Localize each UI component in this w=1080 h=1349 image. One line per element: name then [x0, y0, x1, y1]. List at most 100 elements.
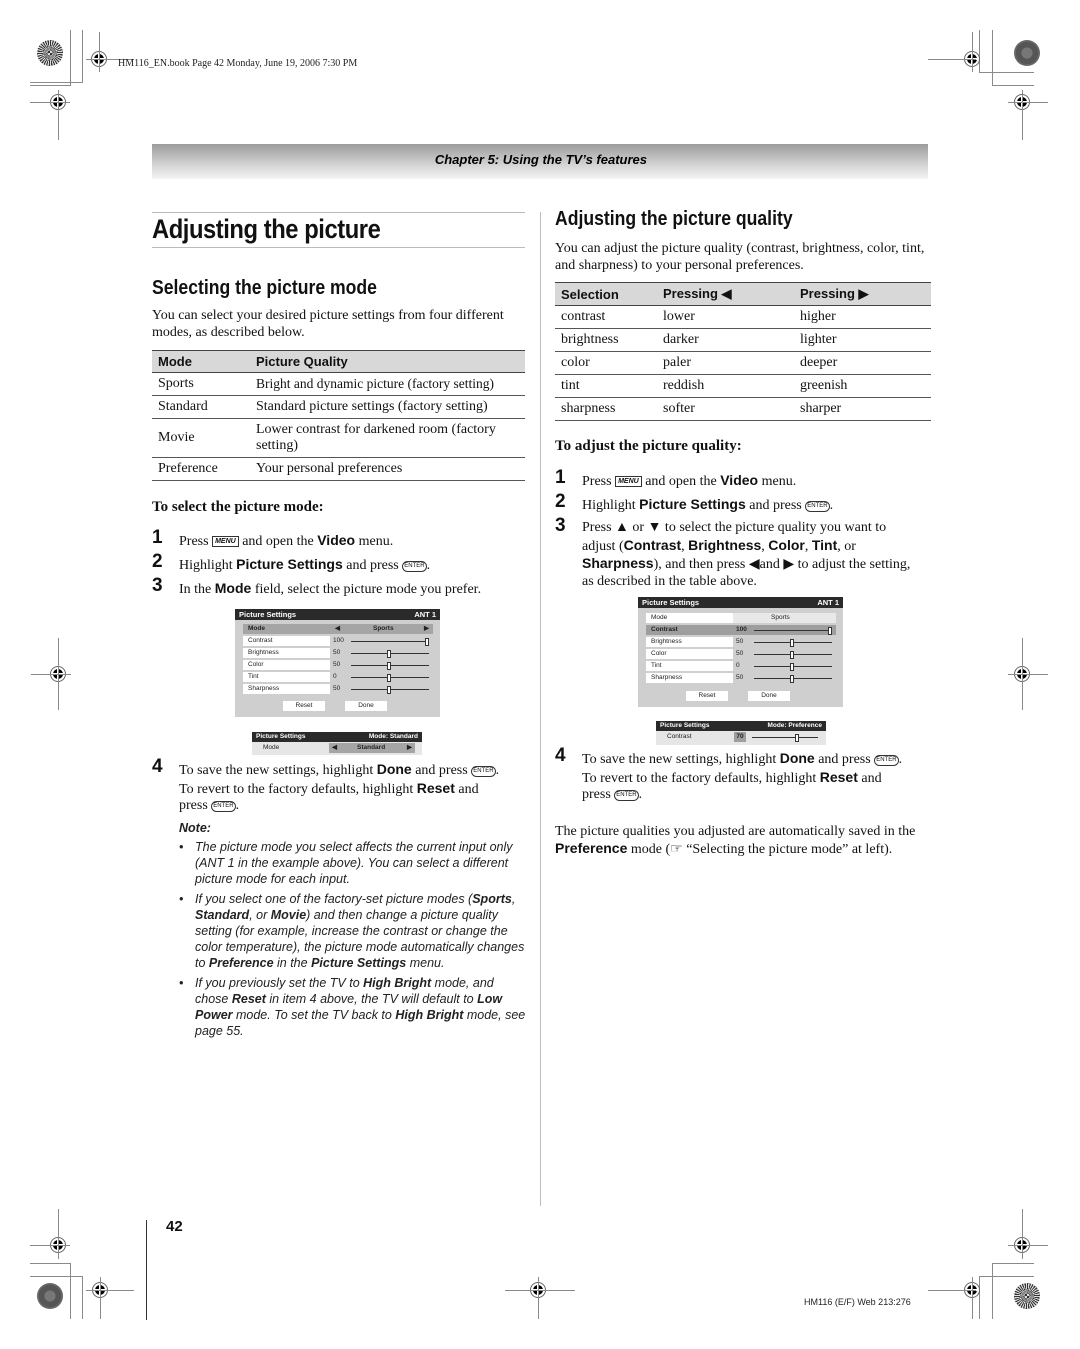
note-item: • The picture mode you select affects the… — [179, 839, 527, 887]
osd-setting-slider[interactable] — [351, 638, 429, 646]
step-text: In the — [179, 582, 215, 597]
osd-setting-value: 50 — [736, 674, 744, 681]
registration-rosette-icon — [37, 1283, 63, 1309]
column-header: Mode — [152, 350, 250, 373]
menu-button-icon: MENU — [212, 536, 239, 547]
slider-knob[interactable] — [790, 639, 794, 647]
left-effect-cell: reddish — [657, 374, 794, 398]
quality-cell: Standard picture settings (factory setti… — [250, 395, 525, 419]
osd-picture-settings-right: Picture Settings ANT 1 Mode Sports Contra… — [638, 597, 843, 707]
osd-setting-value: 50 — [736, 650, 744, 657]
osd-setting-row[interactable]: Color 50 — [243, 660, 433, 670]
selection-cell: color — [555, 351, 657, 375]
osd-setting-slider[interactable] — [754, 651, 832, 659]
osd-title: Picture Settings — [239, 610, 297, 619]
slider-knob[interactable] — [790, 651, 794, 659]
osd-setting-slider[interactable] — [351, 662, 429, 670]
slider-knob[interactable] — [387, 650, 391, 658]
osd-setting-slider[interactable] — [351, 674, 429, 682]
osd-setting-slider[interactable] — [351, 686, 429, 694]
contrast-slider[interactable] — [752, 734, 818, 742]
osd-setting-value: 50 — [333, 661, 341, 668]
osd-setting-row[interactable]: Brightness 50 — [646, 637, 836, 647]
enter-button-icon: ENTER — [614, 790, 639, 801]
step-text: Press ▲ or ▼ to select the picture quali… — [582, 520, 887, 535]
osd-setting-label: Color — [646, 649, 733, 659]
osd-setting-slider[interactable] — [754, 663, 832, 671]
slider-knob[interactable] — [794, 734, 799, 742]
step-text: press — [582, 787, 615, 802]
osd-title: Picture Settings — [660, 722, 710, 729]
main-title-rule-top — [152, 212, 525, 213]
button-name: Done — [779, 750, 815, 766]
selection-cell: contrast — [555, 305, 657, 329]
quality-cell: Bright and dynamic picture (factory sett… — [250, 372, 525, 396]
slider-knob[interactable] — [790, 675, 794, 683]
step-text: and — [857, 770, 882, 786]
slider-knob[interactable] — [387, 686, 391, 694]
osd-setting-row[interactable]: Sharpness 50 — [646, 673, 836, 683]
cross-reference-link[interactable]: “Selecting the picture mode” at left). — [683, 842, 892, 857]
setting-name: Brightness — [688, 536, 762, 553]
osd-setting-slider[interactable] — [754, 627, 832, 635]
slider-knob[interactable] — [387, 662, 391, 670]
osd-setting-row[interactable]: Brightness 50 — [243, 648, 433, 658]
field-name: Mode — [214, 580, 252, 596]
paragraph-text: The picture qualities you adjusted are a… — [555, 824, 916, 839]
osd-setting-slider[interactable] — [754, 675, 832, 683]
note-label: Note: — [179, 821, 211, 835]
right-effect-cell: greenish — [794, 374, 931, 398]
step-text: menu. — [758, 474, 797, 489]
osd-reset-button[interactable]: Reset — [686, 691, 728, 701]
osd-done-button[interactable]: Done — [345, 701, 387, 711]
note-item: • If you select one of the factory-set pi… — [179, 891, 527, 971]
arrow-left-icon[interactable]: ◀ — [335, 624, 340, 634]
osd-reset-button[interactable]: Reset — [283, 701, 325, 711]
mode-cell: Preference — [152, 457, 250, 481]
left-effect-cell: lower — [657, 305, 794, 329]
enter-button-icon: ENTER — [805, 501, 830, 512]
osd-setting-row[interactable]: Tint 0 — [646, 661, 836, 671]
osd-setting-row[interactable]: Color 50 — [646, 649, 836, 659]
step-text: and press — [411, 763, 472, 778]
picture-mode-intro: You can select your desired picture sett… — [152, 308, 504, 340]
osd-setting-value: 0 — [333, 673, 337, 680]
slider-knob[interactable] — [828, 627, 832, 635]
osd-mode-selector[interactable]: ◀ Standard ▶ — [329, 743, 415, 753]
slider-knob[interactable] — [790, 663, 794, 671]
osd-setting-slider[interactable] — [754, 639, 832, 647]
step-number: 4 — [555, 745, 566, 766]
step-text: and press — [745, 498, 806, 513]
arrow-right-icon[interactable]: ▶ — [424, 624, 429, 634]
section-title-picture-quality: Adjusting the picture quality — [555, 208, 793, 230]
osd-setting-value: 100 — [333, 637, 344, 644]
column-header: Pressing ▶ — [794, 282, 931, 306]
osd-setting-row[interactable]: Sharpness 50 — [243, 684, 433, 694]
osd-mode-row[interactable]: Mode Sports — [646, 613, 836, 623]
step-text: press — [179, 798, 212, 813]
osd-setting-row[interactable]: Contrast 100 — [243, 636, 433, 646]
slider-knob[interactable] — [387, 674, 391, 682]
table-row: Movie Lower contrast for darkened room (f… — [152, 418, 525, 458]
slider-knob[interactable] — [425, 638, 429, 646]
osd-done-button[interactable]: Done — [748, 691, 790, 701]
osd-setting-slider[interactable] — [351, 650, 429, 658]
selection-cell: sharpness — [555, 397, 657, 421]
button-name: Done — [376, 761, 412, 777]
osd-setting-row[interactable]: Tint 0 — [243, 672, 433, 682]
step-text: and press — [342, 558, 403, 573]
setting-name: Contrast — [623, 536, 682, 553]
enter-button-icon: ENTER — [874, 755, 899, 766]
osd-title-bar: Picture Settings ANT 1 — [235, 609, 440, 620]
step-number: 2 — [152, 551, 163, 572]
osd-mode-row[interactable]: Mode ◀ Sports ▶ — [243, 624, 433, 634]
step-text: and press — [814, 752, 875, 767]
osd-mode-value: Sports — [373, 625, 394, 632]
arrow-left-icon[interactable]: ◀ — [332, 743, 337, 753]
table-row: Standard Standard picture settings (facto… — [152, 395, 525, 419]
osd-setting-label: Contrast — [646, 625, 733, 635]
arrow-right-icon[interactable]: ▶ — [407, 743, 412, 753]
osd-setting-row[interactable]: Contrast 100 — [646, 625, 836, 635]
step-text: To revert to the factory defaults, highl… — [582, 770, 820, 786]
setting-name: Color — [768, 536, 805, 553]
